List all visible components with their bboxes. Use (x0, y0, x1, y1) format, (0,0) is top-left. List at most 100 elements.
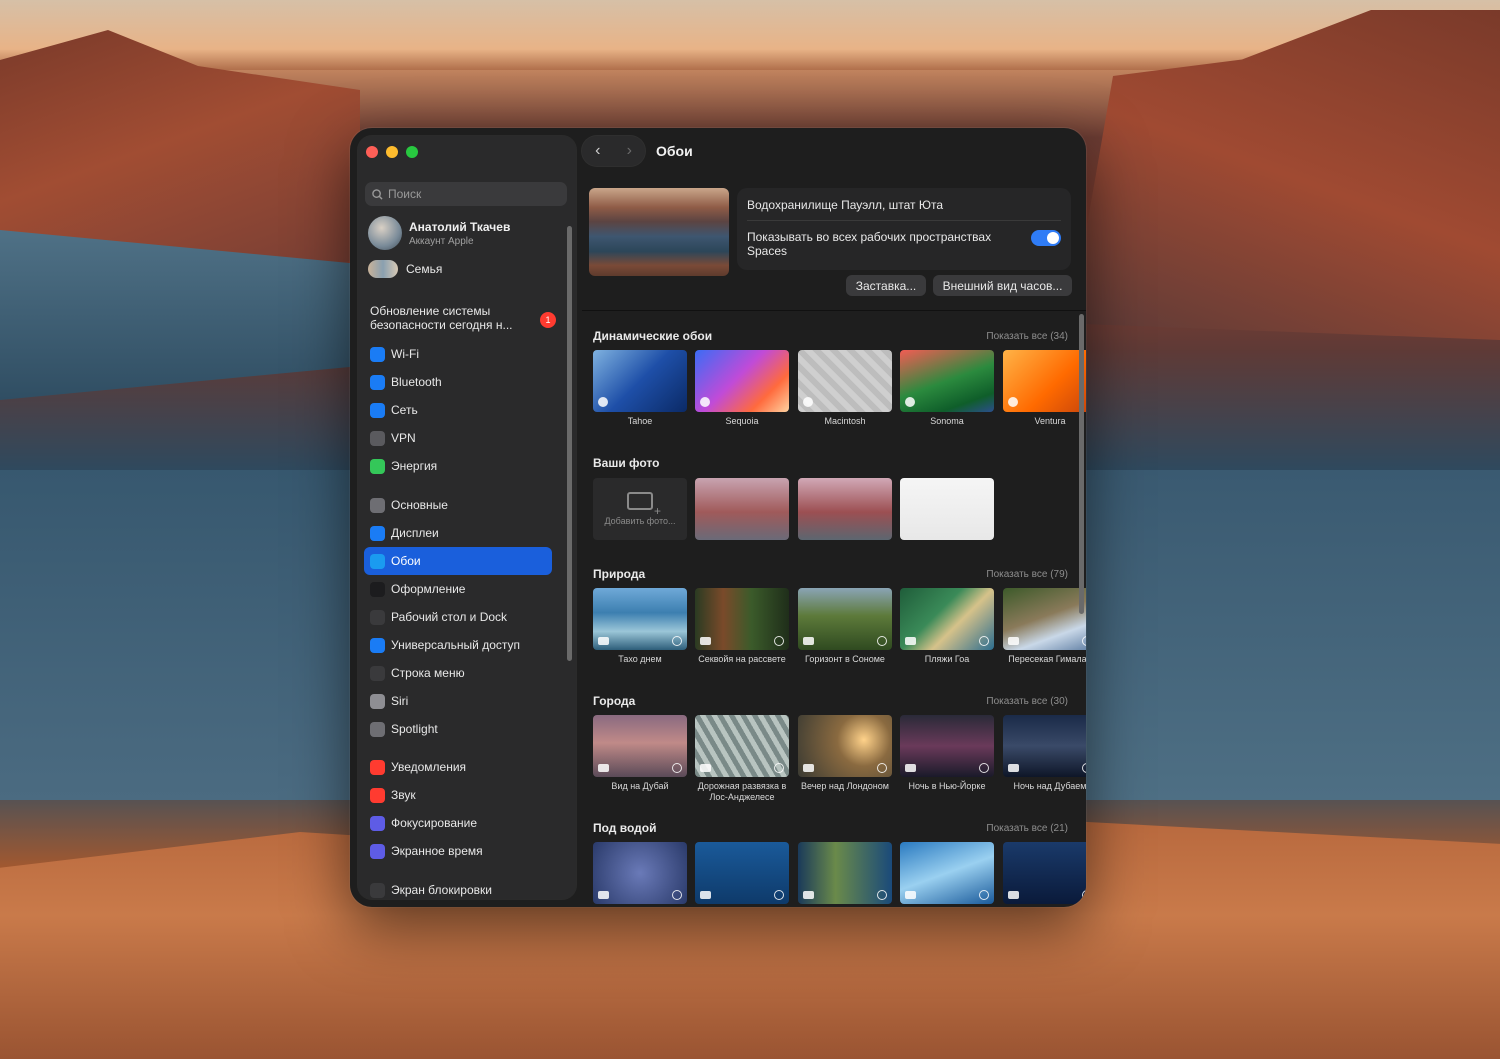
sidebar-item-label: Spotlight (391, 722, 438, 736)
sidebar-item-hourglass[interactable]: Экранное время (364, 837, 552, 865)
show-all-dynamic[interactable]: Показать все (34) (986, 331, 1068, 342)
show-all-underwater[interactable]: Показать все (21) (986, 823, 1068, 834)
spaces-toggle[interactable] (1031, 230, 1061, 246)
wallpaper-thumb[interactable] (1003, 715, 1086, 777)
sidebar-item-spotlight[interactable]: Spotlight (364, 715, 552, 743)
wifi-icon (370, 346, 385, 362)
zoom-button[interactable] (406, 146, 418, 158)
search-input[interactable] (388, 187, 558, 201)
menubar-icon (370, 665, 385, 681)
wallpaper-thumb[interactable] (1003, 588, 1086, 650)
download-icon[interactable] (979, 763, 989, 773)
wallpaper-thumb[interactable] (798, 842, 892, 904)
sidebar-item-dock[interactable]: Рабочий стол и Dock (364, 603, 552, 631)
download-icon[interactable] (1082, 763, 1086, 773)
wallpaper-thumb[interactable] (900, 715, 994, 777)
wallpaper-label: Тахо днем (618, 654, 662, 664)
sidebar-item-label: Универсальный доступ (391, 638, 521, 652)
family-item[interactable]: Семья (368, 260, 442, 278)
wallpaper-thumb[interactable] (798, 715, 892, 777)
sidebar-item-appearance[interactable]: Оформление (364, 575, 552, 603)
wallpaper-thumb[interactable] (900, 588, 994, 650)
apple-account[interactable]: Анатолий Ткачев Аккаунт Apple (368, 216, 510, 250)
sidebar-item-gear[interactable]: Основные (364, 491, 552, 519)
download-icon[interactable] (672, 763, 682, 773)
video-icon (598, 764, 609, 772)
wallpaper-thumb[interactable] (695, 715, 789, 777)
avatar (368, 216, 402, 250)
wallpaper-thumb[interactable] (900, 478, 994, 540)
sidebar-item-menubar[interactable]: Строка меню (364, 659, 552, 687)
sidebar-item-siri[interactable]: Siri (364, 687, 552, 715)
lock-icon (370, 882, 385, 898)
download-icon[interactable] (672, 890, 682, 900)
add-photo-button[interactable]: Добавить фото... (593, 478, 687, 540)
minimize-button[interactable] (386, 146, 398, 158)
wallpaper-thumb[interactable] (593, 842, 687, 904)
sidebar-item-lock[interactable]: Экран блокировки (364, 876, 552, 899)
display-icon (370, 525, 385, 541)
wallpaper-thumb[interactable] (900, 842, 994, 904)
content-scrollbar[interactable] (1079, 314, 1084, 614)
sidebar-item-globe[interactable]: Сеть (364, 396, 552, 424)
wallpaper-name: Водохранилище Пауэлл, штат Юта (747, 198, 944, 212)
hourglass-icon (370, 843, 385, 859)
sidebar-item-wallpaper[interactable]: Обои (364, 547, 552, 575)
wallpaper-thumb[interactable] (695, 842, 789, 904)
screensaver-button[interactable]: Заставка... (846, 275, 926, 296)
window-controls (366, 146, 418, 158)
nav-group-lock: Экран блокировки (364, 876, 552, 899)
wallpaper-thumb[interactable] (695, 588, 789, 650)
wallpaper-thumb[interactable] (593, 588, 687, 650)
sidebar-item-bell[interactable]: Уведомления (364, 753, 552, 781)
download-icon[interactable] (877, 890, 887, 900)
sidebar-item-label: Уведомления (391, 760, 467, 774)
gear-icon (370, 497, 385, 513)
show-all-nature[interactable]: Показать все (79) (986, 569, 1068, 580)
software-update-item[interactable]: Обновление системы безопасности сегодня … (370, 304, 560, 332)
wallpaper-thumb[interactable] (798, 588, 892, 650)
sidebar-item-moon[interactable]: Фокусирование (364, 809, 552, 837)
download-icon[interactable] (979, 890, 989, 900)
family-icon (368, 260, 398, 278)
wallpaper-thumb[interactable] (798, 350, 892, 412)
download-icon[interactable] (774, 763, 784, 773)
sidebar-item-battery[interactable]: Энергия (364, 452, 552, 480)
download-icon[interactable] (979, 636, 989, 646)
wallpaper-thumb[interactable] (593, 350, 687, 412)
wallpaper-thumb[interactable] (1003, 350, 1086, 412)
clock-appearance-button[interactable]: Внешний вид часов... (933, 275, 1072, 296)
download-icon[interactable] (1082, 636, 1086, 646)
bell-icon (370, 759, 385, 775)
wallpaper-thumb[interactable] (900, 350, 994, 412)
forward-button[interactable]: › (627, 142, 632, 160)
download-icon[interactable] (774, 636, 784, 646)
download-icon[interactable] (774, 890, 784, 900)
sidebar-item-bluetooth[interactable]: Bluetooth (364, 368, 552, 396)
spaces-label: Показывать во всех рабочих пространствах… (747, 230, 992, 258)
wallpaper-thumb[interactable] (695, 478, 789, 540)
wallpaper-label: Пляжи Гоа (924, 654, 970, 664)
sidebar-scrollbar[interactable] (567, 226, 572, 661)
download-icon[interactable] (877, 763, 887, 773)
download-icon[interactable] (877, 636, 887, 646)
wallpaper-thumb[interactable] (1003, 842, 1086, 904)
wallpaper-label: Вечер над Лондоном (801, 781, 889, 791)
video-icon (700, 891, 711, 899)
sidebar-item-display[interactable]: Дисплеи (364, 519, 552, 547)
close-button[interactable] (366, 146, 378, 158)
show-all-cities[interactable]: Показать все (30) (986, 696, 1068, 707)
download-icon[interactable] (1082, 890, 1086, 900)
sidebar-item-speaker[interactable]: Звук (364, 781, 552, 809)
wallpaper-thumb[interactable] (593, 715, 687, 777)
wallpaper-thumb[interactable] (798, 478, 892, 540)
download-icon[interactable] (672, 636, 682, 646)
wallpaper-thumb[interactable] (695, 350, 789, 412)
sidebar-item-accessibility[interactable]: Универсальный доступ (364, 631, 552, 659)
sidebar-item-wifi[interactable]: Wi-Fi (364, 340, 552, 368)
sidebar-item-vpn[interactable]: VPN (364, 424, 552, 452)
globe-icon (370, 402, 385, 418)
search-field[interactable] (365, 182, 567, 206)
wallpaper-label: Горизонт в Сономе (805, 654, 885, 664)
back-button[interactable]: ‹ (595, 142, 600, 160)
